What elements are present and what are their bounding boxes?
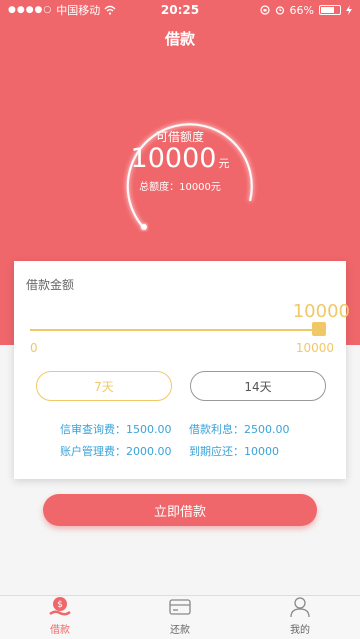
term-7-days-button[interactable]: 7天 (36, 371, 172, 401)
battery-icon (319, 5, 341, 15)
borrow-now-button[interactable]: 立即借款 (43, 494, 317, 526)
slider-fill (30, 329, 326, 331)
slider-min-label: 0 (30, 341, 38, 355)
slider-thumb[interactable] (312, 322, 326, 336)
tab-repay-label: 还款 (170, 625, 190, 636)
review-fee-text: 信审查询费：1500.00 (60, 423, 172, 436)
credit-amount-value: 10000 (130, 143, 217, 174)
total-credit-label: 总额度：10000元 (139, 182, 221, 193)
term-14-days-button[interactable]: 14天 (190, 371, 326, 401)
page-title: 借款 (164, 30, 195, 48)
card-icon (169, 599, 191, 615)
slider-current-value: 10000 (292, 301, 350, 322)
svg-text:$: $ (57, 600, 63, 610)
loan-amount-title: 借款金额 (26, 278, 75, 292)
slider-max-label: 10000 (295, 341, 334, 355)
tab-bar: $ 借款 还款 我的 (0, 595, 360, 639)
management-fee-text: 账户管理费：2000.00 (60, 445, 172, 458)
money-bag-icon: $ (49, 597, 71, 616)
credit-amount-unit: 元 (218, 157, 230, 170)
tab-borrow-label: 借款 (50, 625, 70, 636)
amount-due-text: 到期应还：10000 (189, 445, 279, 458)
user-icon (290, 597, 310, 618)
available-credit-amount: 10000 元 (0, 143, 360, 174)
tab-borrow[interactable]: $ 借款 (0, 596, 120, 639)
tab-mine-label: 我的 (290, 625, 310, 636)
loan-card: 借款金额 10000 0 10000 7天 14天 信审查询费：1500.00 … (14, 261, 350, 479)
status-time: 20:25 (160, 3, 200, 17)
status-bar: ●●●●○ 中国移动 20:25 66% (0, 0, 360, 20)
tab-mine[interactable]: 我的 (240, 596, 360, 639)
amount-slider[interactable] (30, 322, 326, 336)
interest-text: 借款利息：2500.00 (189, 423, 290, 436)
tab-repay[interactable]: 还款 (120, 596, 240, 639)
